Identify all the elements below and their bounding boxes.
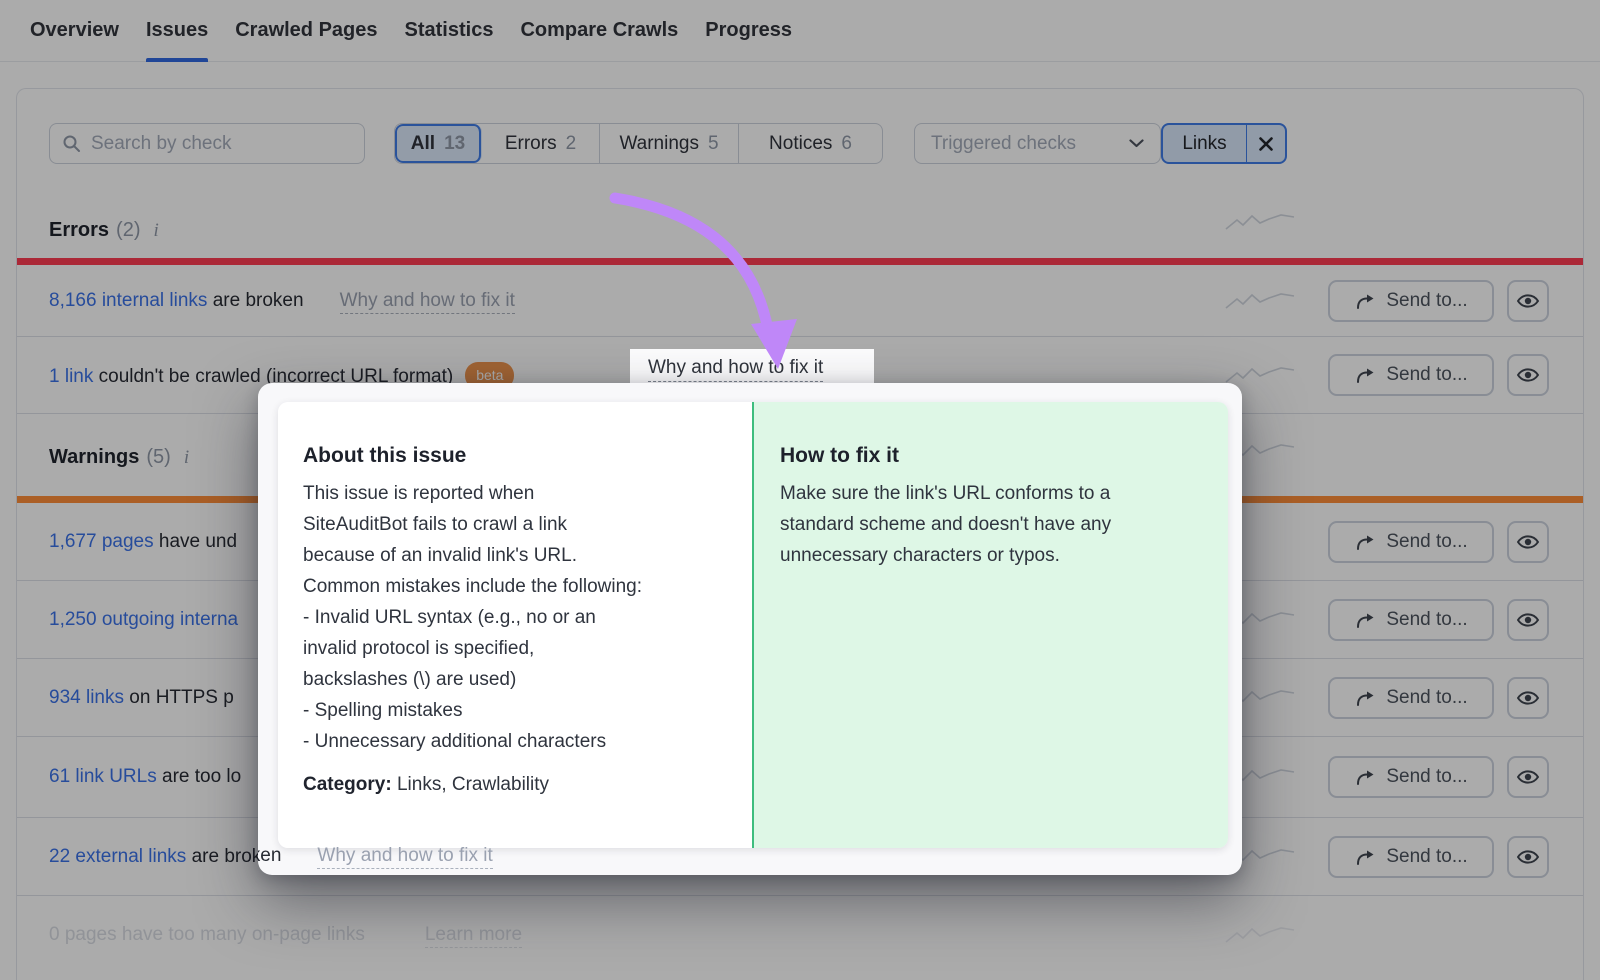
- row-fragment: 22 external links are brokenWhy and how …: [258, 843, 493, 869]
- why-fix-popup: About this issue This issue is reported …: [258, 383, 1242, 875]
- issue-category: Category: Links, Crawlability: [303, 774, 728, 796]
- why-how-to-fix-link[interactable]: Why and how to fix it: [317, 845, 492, 869]
- site-audit-page: Overview Issues Crawled Pages Statistics…: [0, 0, 1600, 980]
- about-title: About this issue: [303, 444, 728, 468]
- popup-card: About this issue This issue is reported …: [278, 402, 1228, 848]
- why-how-to-fix-link[interactable]: Why and how to fix it: [648, 357, 823, 382]
- how-to-fix-panel: How to fix it Make sure the link's URL c…: [752, 402, 1228, 848]
- fix-title: How to fix it: [780, 444, 1202, 468]
- about-this-issue-panel: About this issue This issue is reported …: [278, 402, 752, 848]
